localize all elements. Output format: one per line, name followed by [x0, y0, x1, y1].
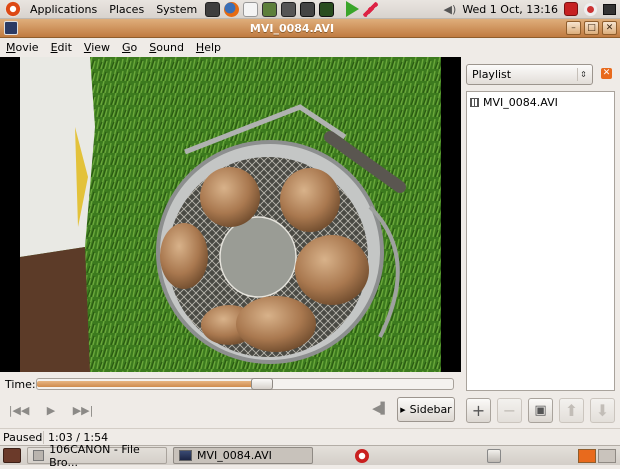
menu-sound[interactable]: Sound [143, 41, 190, 54]
firefox-launcher-icon[interactable] [224, 1, 240, 17]
sidebar-toggle-button[interactable]: ▶ Sidebar [397, 397, 455, 422]
playlist: MVI_0084.AVI [466, 91, 615, 391]
playlist-buttons: + − ▣ ⬆ ⬇ [466, 398, 615, 423]
move-down-button[interactable]: ⬇ [590, 398, 615, 423]
terminal-launcher-icon[interactable] [205, 1, 221, 17]
close-button[interactable]: ✕ [602, 21, 617, 35]
workspace-switcher[interactable] [578, 448, 616, 463]
panel-launchers [205, 1, 379, 17]
previous-chapter-button[interactable]: |◀◀ [6, 399, 32, 421]
task-movie-player[interactable]: MVI_0084.AVI [173, 447, 313, 464]
seek-progress-fill [37, 381, 262, 387]
trash-icon[interactable] [487, 448, 501, 463]
menu-edit[interactable]: Edit [45, 41, 78, 54]
skip-forward-icon: ▶▶| [72, 403, 94, 417]
screen-launcher-icon[interactable] [281, 1, 297, 17]
seek-thumb[interactable] [251, 378, 273, 390]
play-button[interactable]: ▶ [38, 399, 64, 421]
play-icon: ▶ [46, 403, 56, 417]
close-sidebar-button[interactable]: ✕ [601, 68, 612, 79]
playback-controls: |◀◀ ▶ ▶▶| ◀▌ ▶ Sidebar [0, 397, 461, 423]
window-titlebar[interactable]: MVI_0084.AVI – □ ✕ [0, 19, 620, 38]
playlist-item-label: MVI_0084.AVI [483, 96, 558, 109]
totem-app-icon[interactable] [4, 21, 18, 35]
move-up-button[interactable]: ⬆ [559, 398, 584, 423]
sidebar-view-combo[interactable]: Playlist ⇕ [466, 64, 593, 85]
minimize-button[interactable]: – [566, 21, 581, 35]
places-menu[interactable]: Places [103, 3, 150, 16]
volume-button[interactable]: ◀▌ [372, 402, 389, 415]
display-icon[interactable] [603, 3, 616, 15]
task-file-browser[interactable]: 106CANON - File Bro... [27, 443, 167, 469]
combo-arrow-icon: ⇕ [577, 68, 589, 81]
plus-icon: + [471, 401, 486, 420]
next-chapter-button[interactable]: ▶▶| [70, 399, 96, 421]
remove-button[interactable]: − [497, 398, 522, 423]
top-panel: Applications Places System ◀) Wed 1 Oct,… [0, 0, 620, 19]
arrow-down-icon: ⬇ [595, 401, 610, 420]
menu-go[interactable]: Go [116, 41, 143, 54]
movie-player-icon [179, 450, 192, 461]
volume-icon[interactable]: ◀) [444, 3, 457, 16]
add-button[interactable]: + [466, 398, 491, 423]
seek-slider[interactable] [36, 378, 454, 390]
applications-menu[interactable]: Applications [24, 3, 103, 16]
window-title: MVI_0084.AVI [249, 21, 335, 35]
menu-movie[interactable]: Movie [0, 41, 45, 54]
system-tray: ◀) Wed 1 Oct, 13:16 [444, 2, 620, 16]
playback-state: Paused [0, 430, 44, 444]
run-launcher-icon[interactable] [346, 1, 360, 17]
save-button[interactable]: ▣ [528, 398, 553, 423]
tool-launcher-icon[interactable] [363, 1, 379, 17]
list-item[interactable]: MVI_0084.AVI [467, 92, 614, 113]
calculator-launcher-icon[interactable] [262, 1, 278, 17]
network-icon[interactable] [584, 2, 597, 16]
menu-help[interactable]: Help [190, 41, 227, 54]
workspace-2-icon[interactable] [598, 448, 616, 463]
minus-icon: − [502, 401, 517, 420]
system-menu[interactable]: System [150, 3, 203, 16]
task-label: MVI_0084.AVI [197, 449, 272, 462]
maximize-button[interactable]: □ [584, 21, 599, 35]
monitor-launcher-icon[interactable] [319, 1, 335, 17]
camera-launcher-icon[interactable] [300, 1, 316, 17]
power-icon[interactable] [564, 2, 578, 16]
video-frame-potatoes [0, 57, 461, 372]
time-row: Time: [0, 374, 461, 394]
folder-icon [33, 450, 45, 461]
show-desktop-button[interactable] [3, 448, 21, 463]
menu-view[interactable]: View [78, 41, 116, 54]
menubar: Movie Edit View Go Sound Help [0, 38, 620, 57]
combo-value: Playlist [472, 68, 512, 81]
mail-launcher-icon[interactable] [243, 1, 259, 17]
speaker-icon: ◀▌ [372, 402, 389, 415]
skip-back-icon: |◀◀ [8, 403, 30, 417]
film-icon [470, 98, 479, 107]
workspace-1-icon[interactable] [578, 448, 596, 463]
bottom-panel: 106CANON - File Bro... MVI_0084.AVI [0, 443, 620, 469]
ubuntu-logo-icon[interactable] [5, 1, 21, 17]
update-notifier-icon[interactable] [355, 448, 369, 463]
panel-clock[interactable]: Wed 1 Oct, 13:16 [462, 3, 558, 16]
video-area[interactable] [0, 57, 461, 372]
sidebar-panel: Playlist ⇕ ✕ MVI_0084.AVI + − ▣ ⬆ ⬇ [461, 57, 620, 427]
triangle-right-icon: ▶ [400, 405, 406, 414]
floppy-icon: ▣ [534, 403, 547, 418]
sidebar-button-label: Sidebar [409, 403, 452, 416]
time-label: Time: [5, 377, 36, 391]
panel-menus: Applications Places System [24, 3, 203, 16]
arrow-up-icon: ⬆ [564, 401, 579, 420]
